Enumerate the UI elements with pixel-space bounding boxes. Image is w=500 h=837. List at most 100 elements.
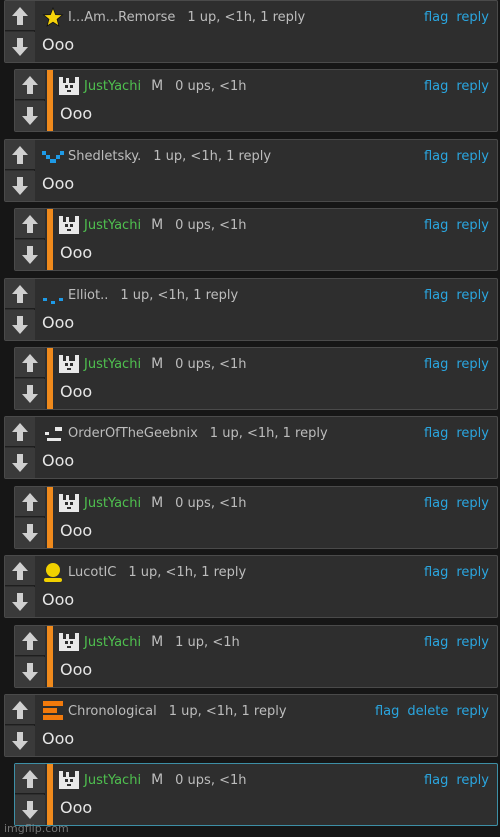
comment-actions: flag reply (416, 286, 489, 304)
reply-comment: JustYachi M 0 ups, <1h flag reply Ooo (14, 486, 498, 549)
upvote-icon[interactable] (15, 764, 45, 794)
pixel-cat-icon[interactable] (57, 353, 81, 375)
pixel-cat-icon[interactable] (57, 214, 81, 236)
comment-actions: flag reply (416, 216, 489, 234)
downvote-icon[interactable] (15, 379, 45, 409)
upvote-icon[interactable] (5, 695, 35, 725)
comment-thread: I...Am...Remorse 1 up, <1h, 1 reply flag re… (0, 0, 500, 837)
reply-link[interactable]: reply (456, 565, 489, 580)
upvote-icon[interactable] (5, 417, 35, 447)
username-link[interactable]: LucotIC (68, 565, 116, 580)
downvote-icon[interactable] (15, 240, 45, 270)
flag-link[interactable]: flag (424, 10, 448, 25)
reply-link[interactable]: reply (456, 149, 489, 164)
pixel-smile-icon[interactable] (41, 145, 65, 167)
comment-text: Ooo (60, 660, 93, 679)
reply-link[interactable]: reply (456, 10, 489, 25)
vote-controls (15, 348, 45, 409)
upvote-icon[interactable] (15, 626, 45, 656)
username-link[interactable]: Chronological (68, 704, 157, 719)
reply-link[interactable]: reply (456, 635, 489, 650)
comment-text: Ooo (42, 729, 75, 748)
downvote-icon[interactable] (15, 657, 45, 687)
downvote-icon[interactable] (5, 587, 35, 617)
delete-link[interactable]: delete (407, 704, 448, 719)
vote-controls (5, 417, 35, 478)
flag-link[interactable]: flag (424, 565, 448, 580)
comment-header: JustYachi M 0 ups, <1h (57, 353, 247, 375)
downvote-icon[interactable] (15, 518, 45, 548)
downvote-icon[interactable] (5, 171, 35, 201)
pixel-dots-icon[interactable] (41, 284, 65, 306)
reply-link[interactable]: reply (456, 496, 489, 511)
upvote-icon[interactable] (5, 556, 35, 586)
downvote-icon[interactable] (5, 448, 35, 478)
reply-link[interactable]: reply (456, 773, 489, 788)
vote-controls (5, 140, 35, 201)
comment-meta: 1 up, <1h, 1 reply (168, 703, 287, 719)
upvote-icon[interactable] (5, 1, 35, 31)
comment-actions: flag reply (416, 77, 489, 95)
username-link[interactable]: Elliot.. (68, 288, 108, 303)
username-link[interactable]: OrderOfTheGeebnix (68, 426, 198, 441)
upvote-icon[interactable] (15, 487, 45, 517)
pixel-cat-icon[interactable] (57, 631, 81, 653)
reply-link[interactable]: reply (456, 79, 489, 94)
pixel-face-icon[interactable] (41, 422, 65, 444)
username-link[interactable]: JustYachi (84, 79, 141, 94)
upvote-icon[interactable] (15, 209, 45, 239)
reply-link[interactable]: reply (456, 704, 489, 719)
pixel-cat-icon[interactable] (57, 75, 81, 97)
upvote-icon[interactable] (15, 70, 45, 100)
vote-controls (5, 1, 35, 62)
reply-indicator-bar (47, 348, 53, 409)
flag-link[interactable]: flag (424, 79, 448, 94)
username-link[interactable]: JustYachi (84, 218, 141, 233)
reply-link[interactable]: reply (456, 357, 489, 372)
flag-link[interactable]: flag (424, 288, 448, 303)
mod-badge: M (151, 356, 164, 372)
flag-link[interactable]: flag (424, 218, 448, 233)
username-link[interactable]: JustYachi (84, 496, 141, 511)
upvote-icon[interactable] (5, 140, 35, 170)
reply-link[interactable]: reply (456, 426, 489, 441)
flag-link[interactable]: flag (424, 426, 448, 441)
orange-glyph-icon[interactable] (41, 700, 65, 722)
username-link[interactable]: JustYachi (84, 357, 141, 372)
comment-actions: flag reply (416, 494, 489, 512)
reply-link[interactable]: reply (456, 218, 489, 233)
username-link[interactable]: JustYachi (84, 773, 141, 788)
comment-meta: 1 up, <1h (175, 634, 240, 650)
flag-link[interactable]: flag (424, 496, 448, 511)
username-link[interactable]: Shedletsky. (68, 149, 141, 164)
downvote-icon[interactable] (5, 726, 35, 756)
flag-link[interactable]: flag (375, 704, 399, 719)
upvote-icon[interactable] (5, 279, 35, 309)
downvote-icon[interactable] (5, 310, 35, 340)
flag-link[interactable]: flag (424, 149, 448, 164)
vote-controls (15, 487, 45, 548)
upvote-icon[interactable] (15, 348, 45, 378)
comment-actions: flag reply (416, 147, 489, 165)
pixel-cat-icon[interactable] (57, 769, 81, 791)
downvote-icon[interactable] (15, 795, 45, 825)
star-icon[interactable] (41, 6, 65, 28)
reply-link[interactable]: reply (456, 288, 489, 303)
vote-controls (5, 556, 35, 617)
mod-badge: M (151, 78, 164, 94)
watermark: imgflip.com (4, 822, 69, 835)
flag-link[interactable]: flag (424, 357, 448, 372)
downvote-icon[interactable] (15, 101, 45, 131)
comment-header: JustYachi M 0 ups, <1h (57, 75, 247, 97)
person-icon[interactable] (41, 561, 65, 583)
pixel-cat-icon[interactable] (57, 492, 81, 514)
flag-link[interactable]: flag (424, 773, 448, 788)
downvote-icon[interactable] (5, 32, 35, 62)
flag-link[interactable]: flag (424, 635, 448, 650)
comment-header: JustYachi M 0 ups, <1h (57, 769, 247, 791)
vote-controls (5, 695, 35, 756)
username-link[interactable]: I...Am...Remorse (68, 10, 175, 25)
comment-header: JustYachi M 1 up, <1h (57, 631, 240, 653)
username-link[interactable]: JustYachi (84, 635, 141, 650)
comment-text: Ooo (60, 243, 93, 262)
